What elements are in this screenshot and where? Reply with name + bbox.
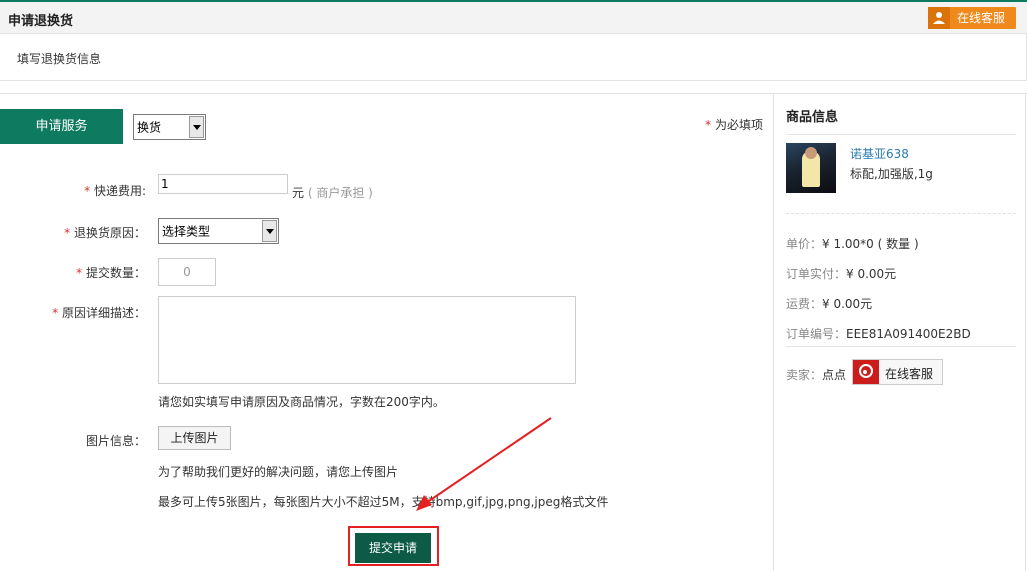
seller-row: 卖家：点点 [786, 368, 847, 382]
seller-support-button[interactable]: 在线客服 [852, 359, 943, 385]
unit-price-row: 单价：¥ 1.00*0 ( 数量 ) [786, 237, 919, 251]
product-panel-title: 商品信息 [786, 110, 839, 125]
seller-name: 点点 [822, 368, 847, 382]
product-spec: 标配,加强版,1g [850, 167, 933, 181]
product-name-link[interactable]: 诺基亚638 [850, 145, 909, 162]
order-number-row: 订单编号：EEE81A091400E2BD [786, 327, 971, 341]
divider [786, 134, 1016, 135]
paid-amount-row: 订单实付：¥ 0.00元 [786, 267, 897, 281]
divider [786, 213, 1016, 214]
seller-support-label: 在线客服 [885, 367, 934, 381]
annotation-arrow [416, 417, 552, 511]
headset-icon [853, 360, 879, 384]
divider [786, 346, 1016, 347]
shipping-row: 运费：¥ 0.00元 [786, 297, 873, 311]
product-thumbnail[interactable] [786, 143, 836, 193]
